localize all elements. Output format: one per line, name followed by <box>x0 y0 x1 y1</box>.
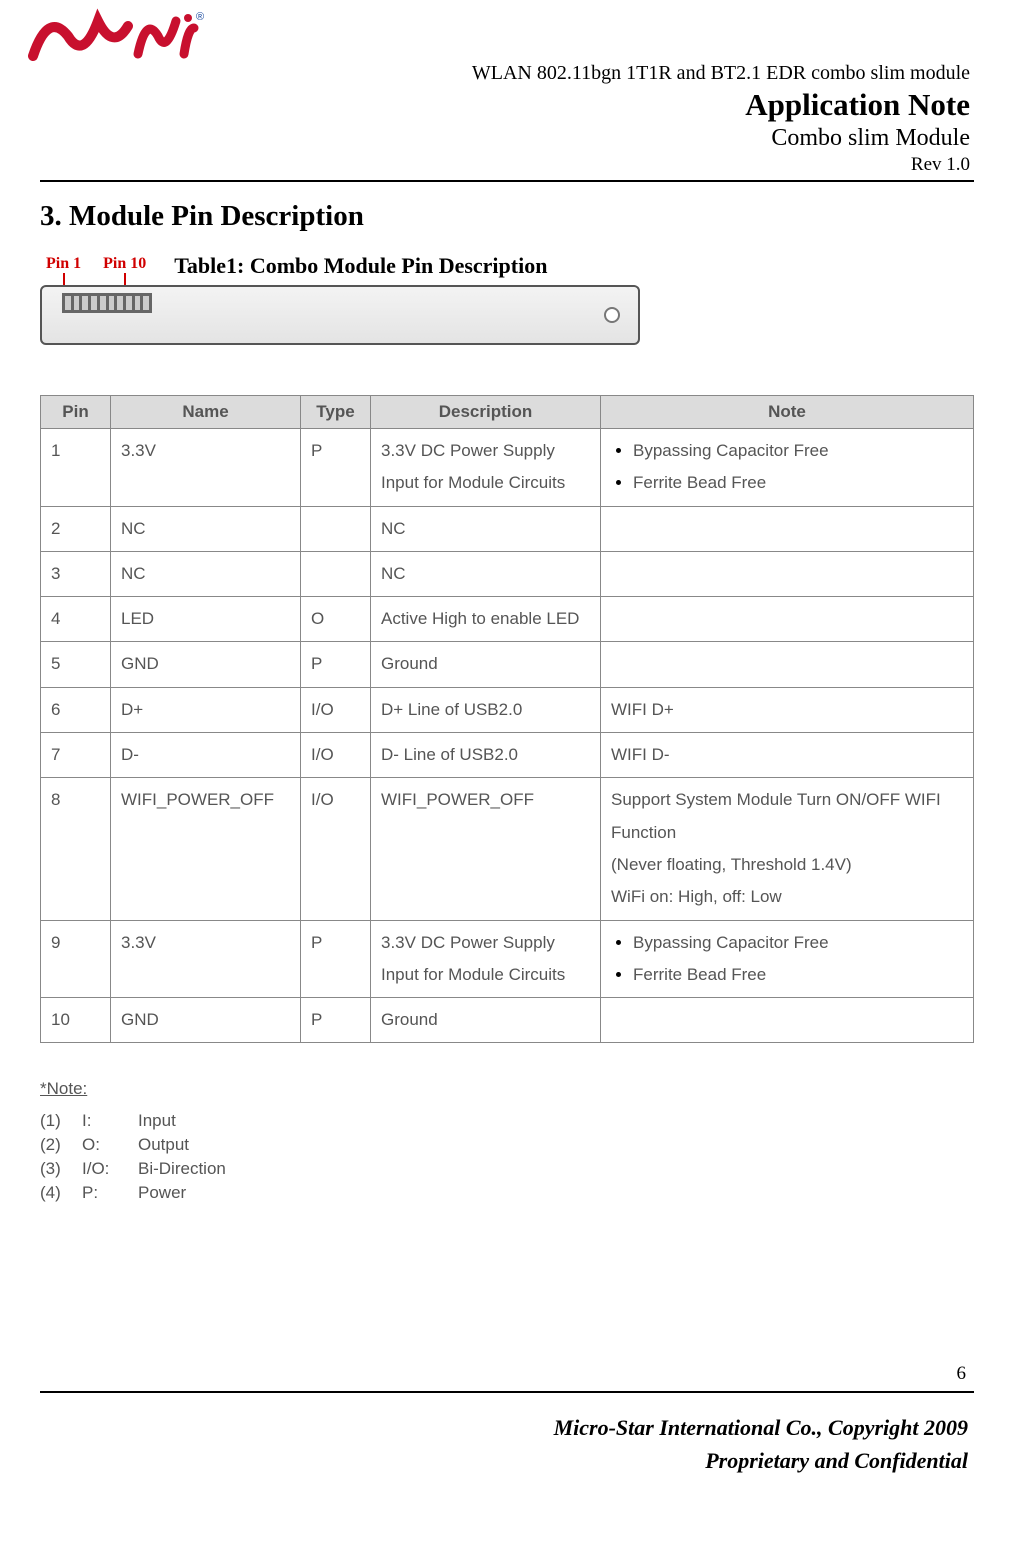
header-rule <box>40 180 974 182</box>
header-module: Combo slim Module <box>40 125 970 152</box>
pin-table: Pin Name Type Description Note 13.3VP3.3… <box>40 395 974 1043</box>
cell-name: GND <box>111 998 301 1043</box>
cell-note: Bypassing Capacitor FreeFerrite Bead Fre… <box>601 920 974 998</box>
table-row: 5GNDPGround <box>41 642 974 687</box>
table-row: 3NCNC <box>41 551 974 596</box>
cell-pin: 6 <box>41 687 111 732</box>
cell-type: P <box>301 998 371 1043</box>
cell-name: 3.3V <box>111 920 301 998</box>
table-row: 6D+I/OD+ Line of USB2.0WIFI D+ <box>41 687 974 732</box>
cell-note: Support System Module Turn ON/OFF WIFI F… <box>601 778 974 920</box>
footer-line1: Micro-Star International Co., Copyright … <box>40 1411 968 1444</box>
cell-type <box>301 551 371 596</box>
cell-desc: 3.3V DC Power Supply Input for Module Ci… <box>371 429 601 507</box>
footer-rule <box>40 1391 974 1393</box>
legend-row: (2)O:Output <box>40 1135 974 1155</box>
cell-desc: Ground <box>371 642 601 687</box>
section-title: 3. Module Pin Description <box>40 200 974 233</box>
cell-desc: 3.3V DC Power Supply Input for Module Ci… <box>371 920 601 998</box>
svg-text:®: ® <box>196 11 204 23</box>
pin1-label: Pin 1 <box>46 255 81 273</box>
mounting-hole-icon <box>604 307 620 323</box>
col-pin: Pin <box>41 396 111 429</box>
footer: Micro-Star International Co., Copyright … <box>40 1411 974 1477</box>
cell-type: P <box>301 429 371 507</box>
cell-pin: 4 <box>41 597 111 642</box>
footer-line2: Proprietary and Confidential <box>40 1444 968 1477</box>
cell-pin: 1 <box>41 429 111 507</box>
legend-row: (4)P:Power <box>40 1183 974 1203</box>
page-number: 6 <box>40 1363 974 1385</box>
pin10-label: Pin 10 <box>103 255 146 273</box>
cell-desc: Active High to enable LED <box>371 597 601 642</box>
col-type: Type <box>301 396 371 429</box>
cell-note <box>601 597 974 642</box>
table-row: 7D-I/OD- Line of USB2.0WIFI D- <box>41 733 974 778</box>
table-row: 8WIFI_POWER_OFFI/OWIFI_POWER_OFFSupport … <box>41 778 974 920</box>
msi-logo: ® <box>28 6 208 73</box>
cell-desc: D+ Line of USB2.0 <box>371 687 601 732</box>
legend-row: (3)I/O:Bi-Direction <box>40 1159 974 1179</box>
note-block: *Note: (1)I:Input (2)O:Output (3)I/O:Bi-Di… <box>40 1079 974 1203</box>
cell-pin: 7 <box>41 733 111 778</box>
note-title: *Note: <box>40 1079 87 1099</box>
doc-header: WLAN 802.11bgn 1T1R and BT2.1 EDR combo … <box>40 62 974 176</box>
cell-pin: 10 <box>41 998 111 1043</box>
cell-type: P <box>301 642 371 687</box>
cell-note <box>601 998 974 1043</box>
cell-note <box>601 506 974 551</box>
cell-name: NC <box>111 506 301 551</box>
cell-note <box>601 642 974 687</box>
table-row: 2NCNC <box>41 506 974 551</box>
pin-arrow-labels: Pin 1 Pin 10 <box>40 255 146 273</box>
cell-name: NC <box>111 551 301 596</box>
cell-name: D- <box>111 733 301 778</box>
cell-note: WIFI D- <box>601 733 974 778</box>
cell-name: GND <box>111 642 301 687</box>
table-row: 13.3VP3.3V DC Power Supply Input for Mod… <box>41 429 974 507</box>
table-row: 10GNDPGround <box>41 998 974 1043</box>
cell-name: LED <box>111 597 301 642</box>
cell-pin: 3 <box>41 551 111 596</box>
cell-type: I/O <box>301 778 371 920</box>
cell-name: 3.3V <box>111 429 301 507</box>
header-title: Application Note <box>40 87 970 123</box>
cell-pin: 5 <box>41 642 111 687</box>
cell-name: WIFI_POWER_OFF <box>111 778 301 920</box>
table-caption: Table1: Combo Module Pin Description <box>174 253 547 279</box>
cell-pin: 2 <box>41 506 111 551</box>
col-name: Name <box>111 396 301 429</box>
cell-note <box>601 551 974 596</box>
cell-note: WIFI D+ <box>601 687 974 732</box>
cell-desc: Ground <box>371 998 601 1043</box>
cell-note: Bypassing Capacitor FreeFerrite Bead Fre… <box>601 429 974 507</box>
module-drawing <box>40 285 640 345</box>
cell-name: D+ <box>111 687 301 732</box>
cell-desc: NC <box>371 551 601 596</box>
cell-desc: WIFI_POWER_OFF <box>371 778 601 920</box>
table-row: 4LEDOActive High to enable LED <box>41 597 974 642</box>
col-note: Note <box>601 396 974 429</box>
cell-type <box>301 506 371 551</box>
cell-type: P <box>301 920 371 998</box>
cell-desc: D- Line of USB2.0 <box>371 733 601 778</box>
cell-pin: 9 <box>41 920 111 998</box>
cell-pin: 8 <box>41 778 111 920</box>
col-desc: Description <box>371 396 601 429</box>
legend-row: (1)I:Input <box>40 1111 974 1131</box>
cell-type: O <box>301 597 371 642</box>
cell-type: I/O <box>301 687 371 732</box>
cell-desc: NC <box>371 506 601 551</box>
header-rev: Rev 1.0 <box>40 154 970 176</box>
connector-icon <box>62 293 152 313</box>
cell-type: I/O <box>301 733 371 778</box>
table-row: 93.3VP3.3V DC Power Supply Input for Mod… <box>41 920 974 998</box>
